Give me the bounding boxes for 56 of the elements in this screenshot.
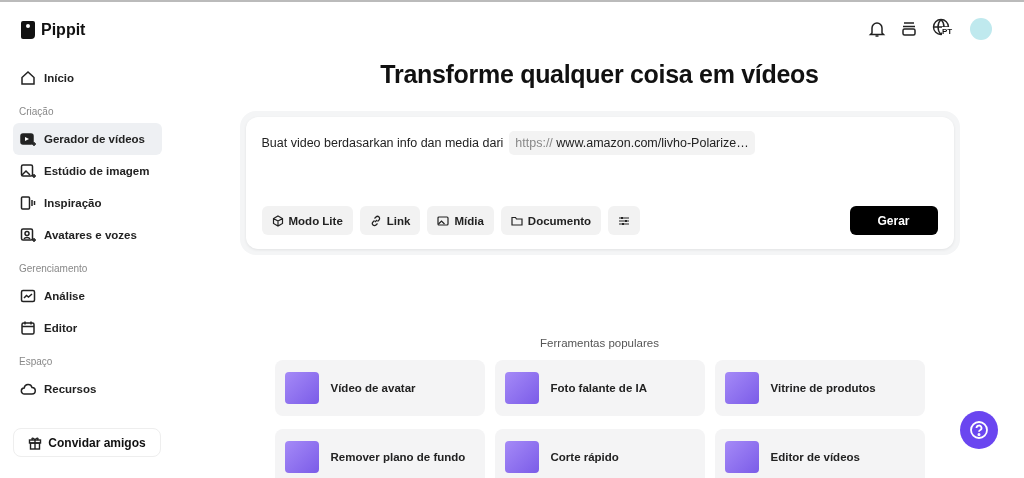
stack-icon[interactable] bbox=[900, 20, 918, 38]
avatar-icon bbox=[20, 227, 36, 243]
folder-icon bbox=[510, 214, 523, 227]
settings-button[interactable] bbox=[608, 206, 641, 235]
bell-icon[interactable] bbox=[868, 20, 886, 38]
globe-icon[interactable] bbox=[932, 18, 950, 36]
tool-button[interactable]: Link bbox=[359, 206, 421, 235]
cloud-icon bbox=[20, 381, 36, 397]
tool-card[interactable]: Vídeo de avatar bbox=[274, 360, 485, 416]
chart-icon bbox=[20, 288, 36, 304]
home-icon bbox=[20, 70, 36, 86]
help-button[interactable] bbox=[960, 411, 998, 449]
tool-thumbnail bbox=[724, 441, 759, 473]
tool-button[interactable]: Modo Lite bbox=[261, 206, 353, 235]
sidebar-item[interactable]: Inspiração bbox=[13, 187, 162, 219]
tool-thumbnail bbox=[504, 441, 539, 473]
section-heading: Ferramentas populares bbox=[540, 337, 659, 349]
image-icon bbox=[437, 214, 450, 227]
tool-button[interactable]: Mídia bbox=[427, 206, 494, 235]
inspire-icon bbox=[20, 195, 36, 211]
invite-friends-button[interactable]: Convidar amigos bbox=[13, 428, 161, 457]
section-heading: Criação bbox=[18, 105, 55, 119]
prompt-text: Buat video berdasarkan info dan media dari bbox=[261, 136, 504, 150]
sidebar-item[interactable]: Estúdio de imagem bbox=[13, 155, 162, 187]
sidebar-item[interactable]: Recursos bbox=[13, 373, 162, 405]
cube-icon bbox=[271, 214, 284, 227]
brand-name: Pippit bbox=[41, 21, 86, 39]
tool-thumbnail bbox=[284, 441, 319, 473]
help-icon bbox=[969, 420, 989, 440]
link-icon bbox=[369, 214, 382, 227]
sidebar-item[interactable]: Início bbox=[13, 62, 162, 94]
gift-icon bbox=[28, 435, 43, 450]
tool-card[interactable]: Vitrine de produtos bbox=[714, 360, 925, 416]
tool-thumbnail bbox=[724, 372, 759, 404]
video-icon bbox=[20, 131, 36, 147]
tool-button[interactable]: Documento bbox=[500, 206, 602, 235]
tool-thumbnail bbox=[504, 372, 539, 404]
generate-button[interactable]: Gerar bbox=[849, 206, 938, 235]
tool-thumbnail bbox=[284, 372, 319, 404]
sidebar-item[interactable]: Gerador de vídeos bbox=[13, 123, 162, 155]
tool-card[interactable]: Editor de vídeos bbox=[714, 429, 925, 478]
sidebar-item[interactable]: Editor bbox=[13, 312, 162, 344]
settings-icon bbox=[618, 214, 631, 227]
tool-card[interactable]: Foto falante de IA bbox=[494, 360, 705, 416]
image-icon bbox=[20, 163, 36, 179]
calendar-icon bbox=[20, 320, 36, 336]
page-title: Transforme qualquer coisa em vídeos bbox=[380, 60, 819, 89]
logo-icon bbox=[20, 20, 36, 40]
language-code: PT bbox=[942, 27, 953, 36]
sidebar-item[interactable]: Análise bbox=[13, 280, 162, 312]
tool-card[interactable]: Remover plano de fundo bbox=[274, 429, 485, 478]
url-chip[interactable]: https:// www.amazon.com/livho-Polarize… bbox=[509, 131, 755, 155]
tool-card[interactable]: Corte rápido bbox=[494, 429, 705, 478]
section-heading: Espaço bbox=[18, 355, 54, 369]
section-heading: Gerenciamento bbox=[18, 262, 89, 276]
sidebar-item[interactable]: Avatares e vozes bbox=[13, 219, 162, 251]
